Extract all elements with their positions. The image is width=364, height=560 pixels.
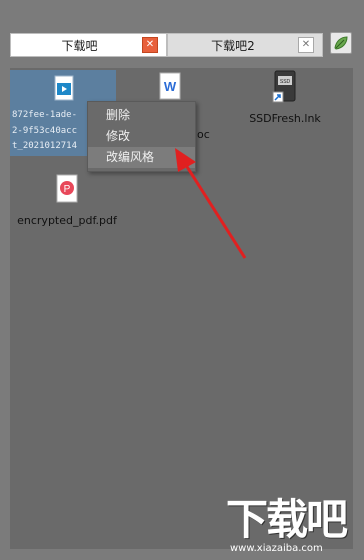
watermark-brand: 下载吧 [226,495,348,544]
red-arrow-annotation [175,148,247,259]
watermark-logo: 下载吧 www.xiazaiba.com [222,498,364,560]
watermark-url: www.xiazaiba.com [230,543,323,554]
